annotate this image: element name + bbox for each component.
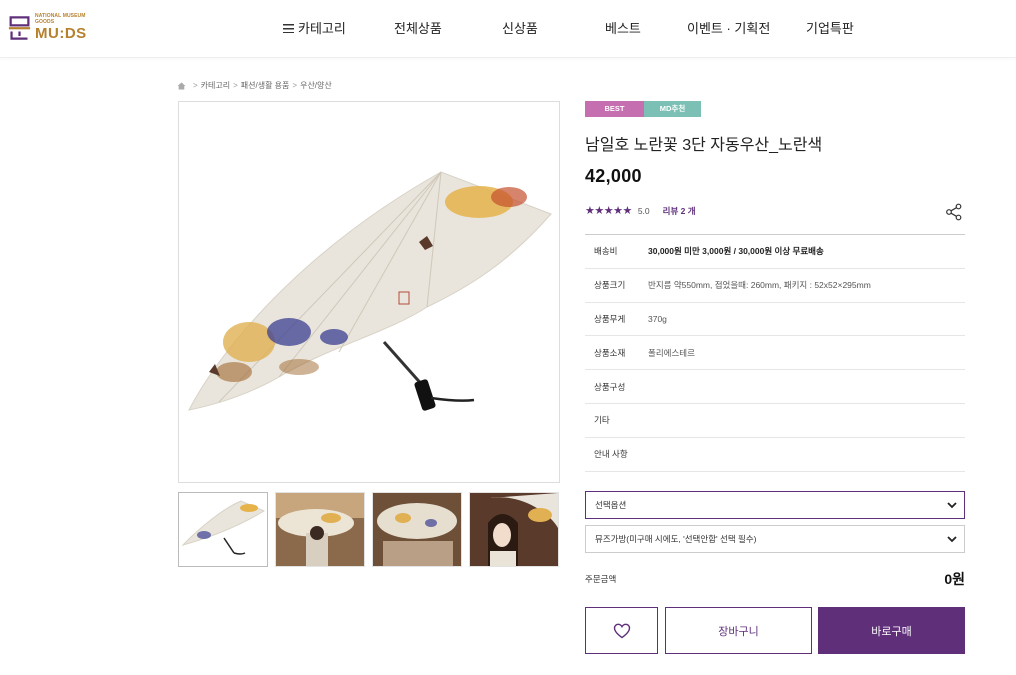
chevron-down-icon xyxy=(947,502,957,509)
nav-best[interactable]: 베스트 xyxy=(605,18,641,37)
breadcrumb: > 카테고리 > 패션/생활 용품 > 우산/양산 xyxy=(177,80,332,91)
product-spec-table: 배송비 30,000원 미만 3,000원 / 30,000원 이상 무료배송 … xyxy=(585,234,965,472)
thumbnail-4[interactable] xyxy=(469,492,559,567)
breadcrumb-item[interactable]: 우산/양산 xyxy=(300,80,332,91)
product-main-image[interactable] xyxy=(178,101,560,483)
nav-category-label: 카테고리 xyxy=(298,21,346,36)
spec-value: 폴리에스테르 xyxy=(648,347,695,358)
buy-now-button[interactable]: 바로구매 xyxy=(818,607,965,654)
spec-label: 상품무게 xyxy=(594,313,626,324)
nav-events[interactable]: 이벤트 · 기획전 xyxy=(687,18,770,37)
site-header: NATIONAL MUSEUM GOODS MU:DS 카테고리 전체상품 신상… xyxy=(0,0,1016,58)
spec-row-weight: 상품무게 370g xyxy=(585,303,965,337)
thumbnail-1[interactable] xyxy=(178,492,268,567)
share-icon[interactable] xyxy=(945,203,963,221)
nav-category[interactable]: 카테고리 xyxy=(283,18,346,37)
logo-mark-icon xyxy=(8,16,31,40)
spec-value: 370g xyxy=(648,313,667,324)
nav-new-products[interactable]: 신상품 xyxy=(502,18,538,37)
spec-row-composition: 상품구성 xyxy=(585,370,965,404)
order-amount-label: 주문금액 xyxy=(585,574,617,584)
thumbnail-2[interactable] xyxy=(275,492,365,567)
spec-label: 배송비 xyxy=(594,246,618,257)
add-to-cart-button[interactable]: 장바구니 xyxy=(665,607,812,654)
nav-all-products[interactable]: 전체상품 xyxy=(394,18,442,37)
spec-label: 기타 xyxy=(594,415,610,426)
breadcrumb-item[interactable]: 패션/생활 용품 xyxy=(241,80,290,91)
spec-label: 상품크기 xyxy=(594,280,626,291)
logo-wordmark: MU:DS xyxy=(35,25,87,42)
spec-row-size: 상품크기 반지름 약550mm, 접었을때: 260mm, 패키지 : 52x5… xyxy=(585,269,965,303)
review-link[interactable]: 리뷰 2 개 xyxy=(663,205,696,217)
option-select[interactable]: 선택옵션 xyxy=(585,491,965,519)
option-select-label: 선택옵션 xyxy=(595,500,627,510)
order-amount-value: 0원 xyxy=(944,571,965,587)
breadcrumb-item[interactable]: 카테고리 xyxy=(201,80,230,91)
spec-value: 30,000원 미만 3,000원 / 30,000원 이상 무료배송 xyxy=(648,246,824,257)
spec-row-notice: 안내 사항 xyxy=(585,438,965,472)
rating-score: 5.0 xyxy=(637,205,650,216)
spec-row-shipping: 배송비 30,000원 미만 3,000원 / 30,000원 이상 무료배송 xyxy=(585,235,965,269)
umbrella-illustration xyxy=(188,171,552,411)
best-badge: BEST xyxy=(585,101,644,117)
wishlist-button[interactable] xyxy=(585,607,658,654)
chevron-down-icon xyxy=(947,536,957,543)
bag-select[interactable]: 뮤즈가방(미구매 시에도, '선택안함' 선택 필수) xyxy=(585,525,965,553)
nav-corporate[interactable]: 기업특판 xyxy=(806,18,854,37)
spec-label: 상품소재 xyxy=(594,347,626,358)
heart-icon xyxy=(613,623,630,638)
logo-tagline: NATIONAL MUSEUM GOODS xyxy=(35,13,86,25)
spec-label: 상품구성 xyxy=(594,381,626,392)
product-rating: ★★★★★ 5.0 리뷰 2 개 xyxy=(585,204,696,217)
spec-label: 안내 사항 xyxy=(594,449,628,460)
md-pick-badge: MD추천 xyxy=(644,101,701,117)
spec-value: 반지름 약550mm, 접었을때: 260mm, 패키지 : 52x52×295… xyxy=(648,280,871,291)
spec-row-other: 기타 xyxy=(585,404,965,438)
menu-icon xyxy=(283,24,294,33)
spec-row-material: 상품소재 폴리에스테르 xyxy=(585,336,965,371)
thumbnail-strip xyxy=(178,492,559,567)
product-price: 42,000 xyxy=(585,166,642,186)
rating-stars: ★★★★★ xyxy=(585,205,632,217)
home-icon[interactable] xyxy=(177,82,186,90)
thumbnail-3[interactable] xyxy=(372,492,462,567)
product-title: 남일호 노란꽃 3단 자동우산_노란색 xyxy=(585,137,823,154)
bag-select-label: 뮤즈가방(미구매 시에도, '선택안함' 선택 필수) xyxy=(595,534,757,544)
product-badges: BEST MD추천 xyxy=(585,101,701,117)
muds-logo[interactable]: NATIONAL MUSEUM GOODS MU:DS xyxy=(8,10,98,46)
